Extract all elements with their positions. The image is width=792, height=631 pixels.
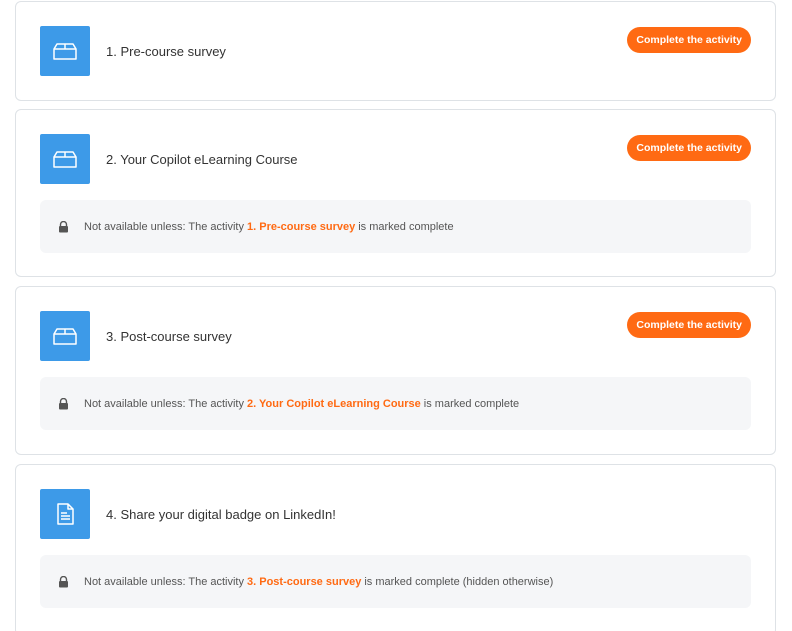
document-icon[interactable] [40,489,90,539]
restriction-activity-link[interactable]: 2. Your Copilot eLearning Course [247,398,421,410]
restriction-suffix: is marked complete (hidden otherwise) [364,575,554,588]
restriction-prefix: Not available unless: The activity [84,575,244,588]
restriction-activity-link[interactable]: 1. Pre-course survey [247,221,355,233]
restriction-activity-link[interactable]: 3. Post-course survey [247,576,361,588]
lock-icon [59,220,68,232]
lock-icon [59,397,68,409]
restriction-prefix: Not available unless: The activity [84,397,244,410]
restriction-suffix: is marked complete [358,220,454,233]
availability-restriction: Not available unless: The activity 3. Po… [40,555,751,608]
activity-card: 2. Your Copilot eLearning Course Complet… [15,109,776,277]
activity-name[interactable]: 3. Post-course survey [106,329,232,344]
lock-icon [59,575,68,587]
activity-name[interactable]: 2. Your Copilot eLearning Course [106,152,298,167]
activity-card: 1. Pre-course survey Complete the activi… [15,1,776,101]
activity-name[interactable]: 1. Pre-course survey [106,44,226,59]
restriction-prefix: Not available unless: The activity [84,220,244,233]
box-icon[interactable] [40,26,90,76]
activity-card: 4. Share your digital badge on LinkedIn!… [15,464,776,631]
box-icon[interactable] [40,311,90,361]
activity-name[interactable]: 4. Share your digital badge on LinkedIn! [106,507,336,522]
availability-restriction: Not available unless: The activity 2. Yo… [40,377,751,430]
availability-restriction: Not available unless: The activity 1. Pr… [40,200,751,253]
activity-card: 3. Post-course survey Complete the activ… [15,286,776,455]
complete-activity-button[interactable]: Complete the activity [627,135,751,161]
restriction-suffix: is marked complete [423,397,520,410]
complete-activity-button[interactable]: Complete the activity [627,27,751,53]
box-icon[interactable] [40,134,90,184]
complete-activity-button[interactable]: Complete the activity [627,312,751,338]
